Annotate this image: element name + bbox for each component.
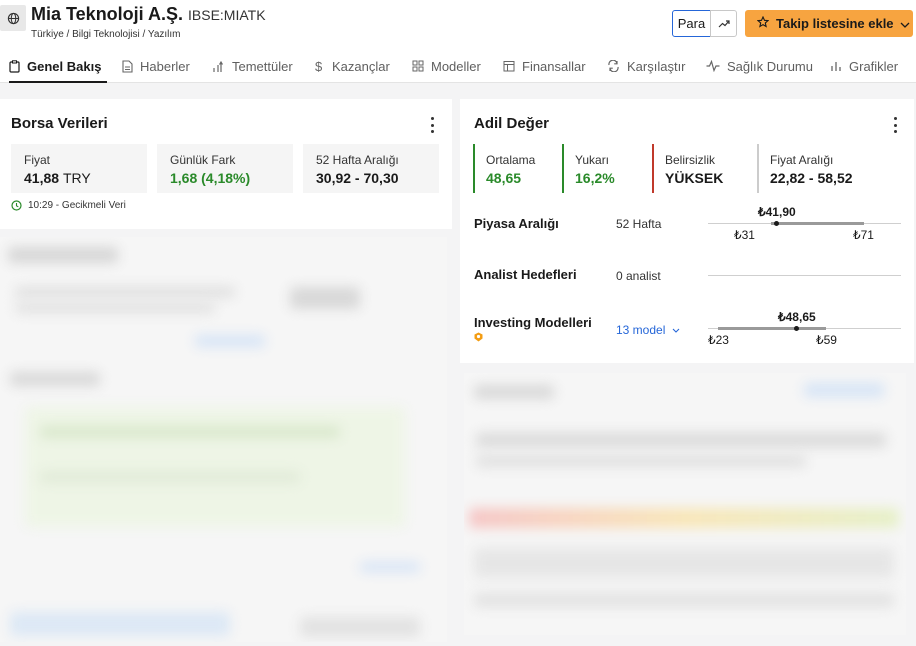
fair-value-card: Adil Değer Ortalama 48,65 Yukarı 16,2% B… xyxy=(460,99,914,363)
tab-compare[interactable]: Karşılaştır xyxy=(607,50,686,82)
blurred-content-right xyxy=(464,373,906,635)
market-range-current: ₺41,90 xyxy=(758,205,796,219)
models-current: ₺48,65 xyxy=(778,310,816,324)
fair-value-uncertainty: Belirsizlik YÜKSEK xyxy=(652,144,747,193)
chevron-down-icon[interactable] xyxy=(900,16,910,31)
tab-models[interactable]: Modeller xyxy=(412,50,481,82)
bar-chart-icon xyxy=(831,62,841,71)
52-week-range-stat: 52 Hafta Aralığı 30,92 - 70,30 xyxy=(303,144,439,193)
document-icon xyxy=(122,59,133,73)
analyst-targets-label: Analist Hedefleri xyxy=(474,267,577,282)
market-range-high: ₺71 xyxy=(853,228,874,242)
models-high: ₺59 xyxy=(816,333,837,347)
tab-overview[interactable]: Genel Bakış xyxy=(9,50,108,83)
market-data-card: Borsa Verileri Fiyat 41,88 TRY Günlük Fa… xyxy=(0,99,452,229)
pulse-icon xyxy=(706,60,720,72)
add-to-watchlist-button[interactable]: Takip listesine ekle xyxy=(745,10,913,37)
tab-earnings[interactable]: $ Kazançlar xyxy=(315,50,390,82)
chevron-down-icon xyxy=(672,328,680,334)
blurred-content-left xyxy=(0,237,447,642)
company-name: Mia Teknoloji A.Ş. xyxy=(31,4,184,24)
models-marker xyxy=(794,326,799,331)
ticker-symbol: IBSE:MIATK xyxy=(188,7,266,23)
watchlist-label: Takip listesine ekle xyxy=(776,16,894,31)
investing-models-label: Investing Modelleri xyxy=(474,315,592,330)
tab-news[interactable]: Haberler xyxy=(122,50,190,82)
fair-value-title: Adil Değer xyxy=(474,115,550,132)
more-options-icon[interactable] xyxy=(429,117,435,133)
compare-icon xyxy=(608,60,619,72)
tab-health[interactable]: Sağlık Durumu xyxy=(706,50,813,82)
more-options-icon[interactable] xyxy=(892,117,898,133)
page-header: Mia Teknoloji A.Ş. IBSE:MIATK Türkiye / … xyxy=(0,0,916,50)
currency-button[interactable]: Para xyxy=(672,10,711,37)
analyst-count: 0 analist xyxy=(616,269,661,283)
dollar-icon: $ xyxy=(315,59,323,73)
tab-dividends[interactable]: Temettüler xyxy=(212,50,293,82)
daily-change-value: 1,68 (4,18%) xyxy=(170,170,251,186)
market-range-low: ₺31 xyxy=(734,228,755,242)
globe-icon xyxy=(0,5,26,31)
tab-bar: Genel Bakış Haberler Temettüler $ Kazanç… xyxy=(0,50,916,83)
market-range-bar xyxy=(771,222,864,225)
price-stat: Fiyat 41,88 TRY xyxy=(11,144,147,193)
clock-icon xyxy=(11,200,22,211)
52-week-range-value: 30,92 - 70,30 xyxy=(316,170,399,186)
trend-up-icon xyxy=(718,19,730,27)
clipboard-icon xyxy=(9,59,20,73)
market-data-title: Borsa Verileri xyxy=(11,115,108,132)
tab-financials[interactable]: Finansallar xyxy=(503,50,586,82)
price-value: 41,88 xyxy=(24,170,60,186)
calendar-icon xyxy=(503,61,515,72)
breadcrumb[interactable]: Türkiye / Bilgi Teknolojisi / Yazılım xyxy=(31,29,181,40)
star-icon xyxy=(756,15,770,31)
fair-value-average: Ortalama 48,65 xyxy=(473,144,558,193)
market-range-period: 52 Hafta xyxy=(616,217,662,231)
models-range-bar xyxy=(718,327,826,330)
models-link[interactable]: 13 model xyxy=(616,323,680,337)
trend-chart-button[interactable] xyxy=(710,10,737,37)
daily-change-stat: Günlük Fark 1,68 (4,18%) xyxy=(157,144,293,193)
tab-charts[interactable]: Grafikler xyxy=(830,50,898,82)
market-range-marker xyxy=(774,221,779,226)
fair-value-upside: Yukarı 16,2% xyxy=(562,144,647,193)
price-unit: TRY xyxy=(62,170,91,186)
market-range-label: Piyasa Aralığı xyxy=(474,216,559,231)
models-low: ₺23 xyxy=(708,333,729,347)
svg-text:$: $ xyxy=(315,59,323,73)
grid-icon xyxy=(412,60,424,72)
investing-pro-icon xyxy=(474,329,483,347)
fair-value-price-range: Fiyat Aralığı 22,82 - 58,52 xyxy=(757,144,897,193)
delayed-data-note: 10:29 - Gecikmeli Veri xyxy=(11,200,126,211)
dividend-icon xyxy=(213,60,224,72)
